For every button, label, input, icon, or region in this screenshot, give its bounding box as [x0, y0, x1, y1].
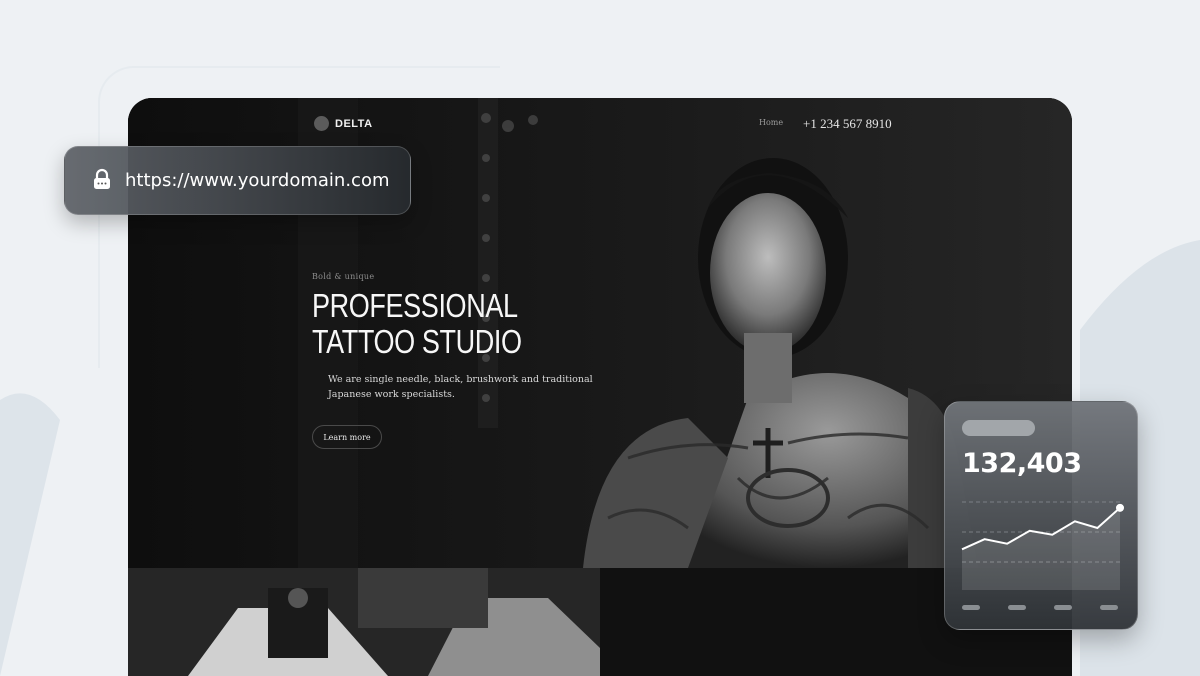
url-text: https://www.yourdomain.com: [125, 170, 390, 191]
axis-tick: [1054, 605, 1072, 610]
nav-home-link[interactable]: Home: [759, 118, 783, 127]
phone-link[interactable]: +1 234 567 8910: [803, 116, 892, 132]
axis-tick: [1008, 605, 1026, 610]
stat-label-placeholder: [962, 420, 1035, 436]
brand-logo[interactable]: DELTA: [314, 116, 373, 131]
stat-value: 132,403: [962, 448, 1082, 479]
hero-description: We are single needle, black, brushwork a…: [328, 374, 593, 400]
lock-icon: [94, 168, 110, 189]
tattoo-machine-photo: [128, 568, 600, 676]
brand-name: DELTA: [335, 117, 373, 130]
studio-photo: [128, 568, 600, 676]
trend-endpoint: [1116, 503, 1124, 512]
trend-area: [962, 507, 1120, 590]
axis-tick: [962, 605, 980, 610]
stats-card: 132,403: [944, 401, 1138, 630]
trend-chart: [961, 501, 1124, 590]
axis-tick: [1100, 605, 1118, 610]
logo-icon: [314, 116, 329, 131]
url-bar[interactable]: https://www.yourdomain.com: [64, 146, 411, 215]
hero-title: PROFESSIONAL TATTOO STUDIO: [312, 287, 522, 360]
hero-kicker: Bold & unique: [312, 272, 375, 281]
learn-more-button[interactable]: Learn more: [312, 425, 382, 449]
